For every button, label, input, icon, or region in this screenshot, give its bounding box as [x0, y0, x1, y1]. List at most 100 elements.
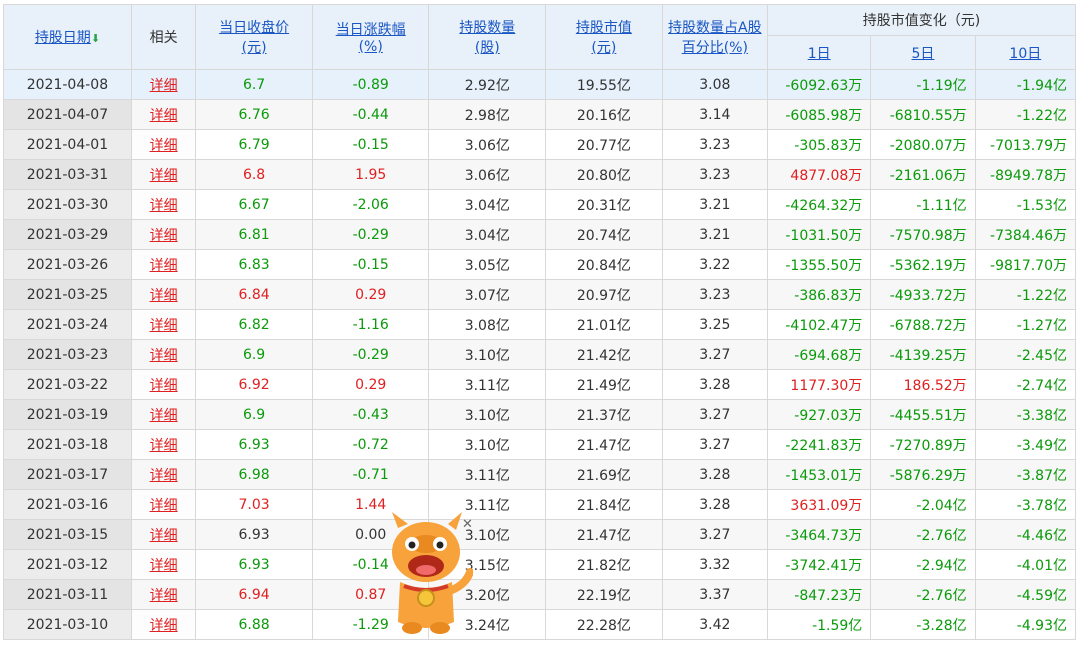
detail-link-cell[interactable]: 详细	[130, 159, 197, 190]
date-cell: 2021-03-24	[3, 309, 132, 340]
col-header-qty[interactable]: 持股数量 (股)	[428, 4, 547, 70]
detail-link-cell[interactable]: 详细	[130, 489, 197, 520]
close-price-cell: 6.93	[195, 549, 313, 580]
detail-link[interactable]: 详细	[150, 378, 178, 394]
hold-pct-cell: 3.27	[661, 429, 769, 460]
sort-qty-link[interactable]: 持股数量 (股)	[459, 20, 515, 56]
col-header-change[interactable]: 当日涨跌幅 (%)	[311, 4, 430, 70]
hold-value-cell: 21.47亿	[545, 429, 663, 460]
change-10d-cell: -7013.79万	[974, 129, 1076, 160]
hold-pct-cell: 3.27	[661, 519, 769, 550]
detail-link-cell[interactable]: 详细	[130, 189, 197, 220]
detail-link[interactable]: 详细	[150, 318, 178, 334]
detail-link[interactable]: 详细	[150, 558, 178, 574]
detail-link[interactable]: 详细	[150, 138, 178, 154]
change-1d-cell: 3631.09万	[767, 489, 872, 520]
detail-link[interactable]: 详细	[150, 78, 178, 94]
detail-link-cell[interactable]: 详细	[130, 549, 197, 580]
close-price-cell: 6.8	[195, 159, 313, 190]
close-price-cell: 6.9	[195, 399, 313, 430]
change-5d-cell: -4139.25万	[870, 339, 976, 370]
change-10d-cell: -1.22亿	[974, 279, 1076, 310]
detail-link-cell[interactable]: 详细	[130, 339, 197, 370]
hold-value-cell: 20.31亿	[545, 189, 663, 220]
sort-change-link[interactable]: 当日涨跌幅 (%)	[336, 22, 406, 55]
col-header-10d[interactable]: 10日	[974, 35, 1076, 70]
detail-link[interactable]: 详细	[150, 588, 178, 604]
change-5d-cell: -1.19亿	[870, 69, 976, 100]
detail-link-cell[interactable]: 详细	[130, 219, 197, 250]
detail-link[interactable]: 详细	[150, 468, 178, 484]
table-body: 2021-04-08 详细 6.7 -0.89 2.92亿 19.55亿 3.08 -6092…	[3, 69, 1076, 640]
close-price-cell: 6.76	[195, 99, 313, 130]
close-icon[interactable]: ✕	[462, 517, 473, 532]
col-header-close[interactable]: 当日收盘价 (元)	[195, 4, 313, 70]
detail-link[interactable]: 详细	[150, 228, 178, 244]
change-10d-cell: -4.46亿	[974, 519, 1076, 550]
detail-link[interactable]: 详细	[150, 258, 178, 274]
detail-link-cell[interactable]: 详细	[130, 369, 197, 400]
hold-value-cell: 20.97亿	[545, 279, 663, 310]
close-price-cell: 6.83	[195, 249, 313, 280]
change-5d-cell: -2.94亿	[870, 549, 976, 580]
col-header-5d[interactable]: 5日	[870, 35, 976, 70]
detail-link[interactable]: 详细	[150, 108, 178, 124]
detail-link-cell[interactable]: 详细	[130, 609, 197, 640]
change-cell: -0.72	[311, 429, 430, 460]
hold-qty-cell: 3.04亿	[428, 189, 547, 220]
hold-pct-cell: 3.32	[661, 549, 769, 580]
detail-link[interactable]: 详细	[150, 528, 178, 544]
change-5d-cell: -2.04亿	[870, 489, 976, 520]
detail-link[interactable]: 详细	[150, 498, 178, 514]
hold-pct-cell: 3.28	[661, 369, 769, 400]
table-row: 2021-03-18 详细 6.93 -0.72 3.10亿 21.47亿 3.27 -224…	[3, 429, 1076, 460]
detail-link[interactable]: 详细	[150, 408, 178, 424]
sort-pct-link[interactable]: 持股数量占A股 百分比(%)	[668, 20, 762, 56]
change-1d-cell: 1177.30万	[767, 369, 872, 400]
date-cell: 2021-03-19	[3, 399, 132, 430]
sort-1d-link[interactable]: 1日	[808, 46, 831, 62]
change-1d-cell: -927.03万	[767, 399, 872, 430]
detail-link[interactable]: 详细	[150, 168, 178, 184]
detail-link[interactable]: 详细	[150, 438, 178, 454]
detail-link-cell[interactable]: 详细	[130, 579, 197, 610]
detail-link-cell[interactable]: 详细	[130, 519, 197, 550]
table-row: 2021-03-31 详细 6.8 1.95 3.06亿 20.80亿 3.23 4877.0…	[3, 159, 1076, 190]
sort-date-link[interactable]: 持股日期	[35, 30, 91, 46]
change-cell: -0.15	[311, 249, 430, 280]
change-10d-cell: -8949.78万	[974, 159, 1076, 190]
detail-link[interactable]: 详细	[150, 618, 178, 634]
detail-link-cell[interactable]: 详细	[130, 249, 197, 280]
sort-10d-link[interactable]: 10日	[1009, 46, 1041, 62]
change-5d-cell: -5876.29万	[870, 459, 976, 490]
detail-link-cell[interactable]: 详细	[130, 99, 197, 130]
detail-link-cell[interactable]: 详细	[130, 69, 197, 100]
col-header-pct[interactable]: 持股数量占A股 百分比(%)	[661, 4, 769, 70]
detail-link[interactable]: 详细	[150, 348, 178, 364]
detail-link[interactable]: 详细	[150, 288, 178, 304]
detail-link[interactable]: 详细	[150, 198, 178, 214]
detail-link-cell[interactable]: 详细	[130, 429, 197, 460]
col-header-value[interactable]: 持股市值 (元)	[545, 4, 663, 70]
col-header-related: 相关	[130, 4, 197, 70]
change-1d-cell: -1453.01万	[767, 459, 872, 490]
sort-value-link[interactable]: 持股市值 (元)	[576, 20, 632, 56]
col-header-1d[interactable]: 1日	[767, 35, 872, 70]
hold-value-cell: 20.80亿	[545, 159, 663, 190]
table-row: 2021-04-07 详细 6.76 -0.44 2.98亿 20.16亿 3.14 -608…	[3, 99, 1076, 130]
detail-link-cell[interactable]: 详细	[130, 459, 197, 490]
detail-link-cell[interactable]: 详细	[130, 129, 197, 160]
col-header-date[interactable]: 持股日期⬇	[3, 4, 132, 70]
bull-mascot-icon[interactable]	[378, 510, 473, 640]
holdings-table: 持股日期⬇ 相关 当日收盘价 (元) 当日涨跌幅 (%) 持股数量 (股) 持股市值 (…	[3, 4, 1076, 640]
change-5d-cell: -7570.98万	[870, 219, 976, 250]
sort-close-link[interactable]: 当日收盘价 (元)	[219, 20, 289, 56]
detail-link-cell[interactable]: 详细	[130, 399, 197, 430]
hold-value-cell: 20.77亿	[545, 129, 663, 160]
change-1d-cell: -2241.83万	[767, 429, 872, 460]
detail-link-cell[interactable]: 详细	[130, 279, 197, 310]
sort-5d-link[interactable]: 5日	[912, 46, 935, 62]
date-cell: 2021-03-12	[3, 549, 132, 580]
detail-link-cell[interactable]: 详细	[130, 309, 197, 340]
table-row: 2021-03-19 详细 6.9 -0.43 3.10亿 21.37亿 3.27 -927.…	[3, 399, 1076, 430]
